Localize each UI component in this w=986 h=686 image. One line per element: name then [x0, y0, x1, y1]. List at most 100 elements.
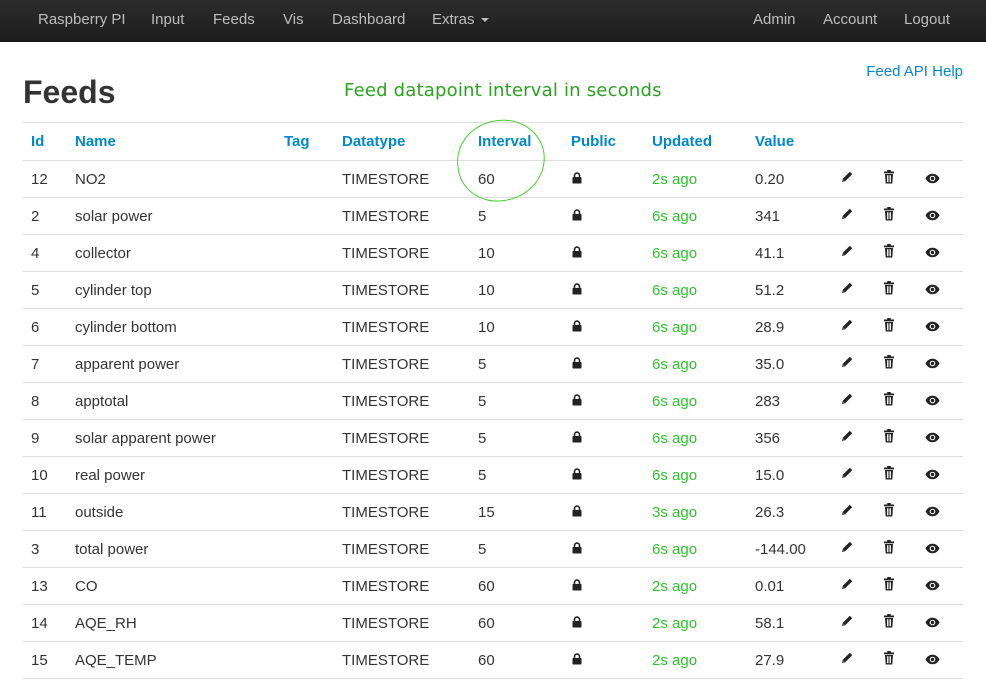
lock-icon[interactable] — [571, 356, 583, 373]
pencil-icon[interactable] — [840, 207, 854, 225]
lock-icon[interactable] — [571, 504, 583, 521]
eye-icon[interactable] — [925, 282, 940, 299]
pencil-icon[interactable] — [840, 244, 854, 262]
pencil-icon[interactable] — [840, 540, 854, 558]
header-public[interactable]: Public — [563, 122, 644, 161]
table-row[interactable]: 9 solar apparent power TIMESTORE 5 6s ago 356 — [23, 419, 963, 457]
pencil-icon[interactable] — [840, 170, 854, 188]
trash-icon[interactable] — [883, 503, 895, 521]
trash-icon[interactable] — [883, 392, 895, 410]
eye-icon[interactable] — [925, 430, 940, 447]
header-value[interactable]: Value — [747, 122, 832, 161]
lock-icon[interactable] — [571, 171, 583, 188]
pencil-icon[interactable] — [840, 466, 854, 484]
pencil-icon[interactable] — [840, 281, 854, 299]
nav-input[interactable]: Input — [151, 0, 184, 41]
eye-icon[interactable] — [925, 578, 940, 595]
pencil-icon[interactable] — [840, 429, 854, 447]
eye-icon[interactable] — [925, 393, 940, 410]
cell-edit — [832, 271, 875, 309]
pencil-icon[interactable] — [840, 318, 854, 336]
eye-icon[interactable] — [925, 171, 940, 188]
trash-icon[interactable] — [883, 540, 895, 558]
table-row[interactable]: 7 apparent power TIMESTORE 5 6s ago 35.0 — [23, 345, 963, 383]
trash-icon[interactable] — [883, 614, 895, 632]
nav-extras-dropdown[interactable]: Extras — [432, 0, 489, 41]
trash-icon[interactable] — [883, 466, 895, 484]
trash-icon[interactable] — [883, 429, 895, 447]
table-row[interactable]: 14 AQE_RH TIMESTORE 60 2s ago 58.1 — [23, 604, 963, 642]
pencil-icon[interactable] — [840, 503, 854, 521]
lock-icon[interactable] — [571, 652, 583, 669]
cell-public — [563, 493, 644, 531]
pencil-icon[interactable] — [840, 392, 854, 410]
trash-icon[interactable] — [883, 577, 895, 595]
nav-feeds[interactable]: Feeds — [213, 0, 255, 41]
lock-icon[interactable] — [571, 578, 583, 595]
eye-icon[interactable] — [925, 467, 940, 484]
cell-value: 26.3 — [747, 493, 832, 531]
trash-icon[interactable] — [883, 651, 895, 669]
trash-icon[interactable] — [883, 281, 895, 299]
trash-icon[interactable] — [883, 355, 895, 373]
table-row[interactable]: 2 solar power TIMESTORE 5 6s ago 341 — [23, 197, 963, 235]
lock-icon[interactable] — [571, 282, 583, 299]
header-name[interactable]: Name — [67, 122, 276, 161]
table-row[interactable]: 10 real power TIMESTORE 5 6s ago 15.0 — [23, 456, 963, 494]
lock-icon[interactable] — [571, 615, 583, 632]
header-interval[interactable]: Interval — [470, 122, 563, 161]
table-header-row: Id Name Tag Datatype Interval Public Upd… — [23, 122, 963, 161]
table-row[interactable]: 15 AQE_TEMP TIMESTORE 60 2s ago 27.9 — [23, 641, 963, 679]
table-row[interactable]: 13 CO TIMESTORE 60 2s ago 0.01 — [23, 567, 963, 605]
header-id[interactable]: Id — [23, 122, 67, 161]
lock-icon[interactable] — [571, 393, 583, 410]
header-datatype[interactable]: Datatype — [334, 122, 470, 161]
pencil-icon[interactable] — [840, 577, 854, 595]
nav-admin[interactable]: Admin — [753, 0, 796, 41]
trash-icon[interactable] — [883, 170, 895, 188]
trash-icon[interactable] — [883, 318, 895, 336]
cell-value: 51.2 — [747, 271, 832, 309]
nav-brand[interactable]: Raspberry PI — [38, 0, 126, 41]
table-row[interactable]: 12 NO2 TIMESTORE 60 2s ago 0.20 — [23, 160, 963, 198]
lock-icon[interactable] — [571, 467, 583, 484]
lock-icon[interactable] — [571, 208, 583, 225]
eye-icon[interactable] — [925, 245, 940, 262]
eye-icon[interactable] — [925, 652, 940, 669]
lock-icon[interactable] — [571, 430, 583, 447]
pencil-icon[interactable] — [840, 355, 854, 373]
cell-name: solar power — [67, 197, 276, 235]
cell-view — [917, 308, 963, 346]
lock-icon[interactable] — [571, 245, 583, 262]
table-row[interactable]: 5 cylinder top TIMESTORE 10 6s ago 51.2 — [23, 271, 963, 309]
eye-icon[interactable] — [925, 319, 940, 336]
table-row[interactable]: 6 cylinder bottom TIMESTORE 10 6s ago 28.9 — [23, 308, 963, 346]
header-updated[interactable]: Updated — [644, 122, 747, 161]
cell-tag — [276, 530, 334, 568]
cell-datatype: TIMESTORE — [334, 271, 470, 309]
eye-icon[interactable] — [925, 541, 940, 558]
table-row[interactable]: 3 total power TIMESTORE 5 6s ago -144.00 — [23, 530, 963, 568]
lock-icon[interactable] — [571, 541, 583, 558]
nav-dashboard[interactable]: Dashboard — [332, 0, 405, 41]
eye-icon[interactable] — [925, 356, 940, 373]
nav-vis[interactable]: Vis — [283, 0, 304, 41]
table-row[interactable]: 8 apptotal TIMESTORE 5 6s ago 283 — [23, 382, 963, 420]
table-row[interactable]: 4 collector TIMESTORE 10 6s ago 41.1 — [23, 234, 963, 272]
caret-down-icon — [480, 18, 489, 23]
cell-delete — [875, 234, 917, 272]
eye-icon[interactable] — [925, 615, 940, 632]
trash-icon[interactable] — [883, 207, 895, 225]
lock-icon[interactable] — [571, 319, 583, 336]
feed-api-help-link[interactable]: Feed API Help — [866, 63, 963, 80]
nav-logout[interactable]: Logout — [904, 0, 950, 41]
nav-account[interactable]: Account — [823, 0, 877, 41]
table-row[interactable]: 11 outside TIMESTORE 15 3s ago 26.3 — [23, 493, 963, 531]
cell-view — [917, 345, 963, 383]
header-tag[interactable]: Tag — [276, 122, 334, 161]
trash-icon[interactable] — [883, 244, 895, 262]
eye-icon[interactable] — [925, 208, 940, 225]
pencil-icon[interactable] — [840, 614, 854, 632]
eye-icon[interactable] — [925, 504, 940, 521]
pencil-icon[interactable] — [840, 651, 854, 669]
